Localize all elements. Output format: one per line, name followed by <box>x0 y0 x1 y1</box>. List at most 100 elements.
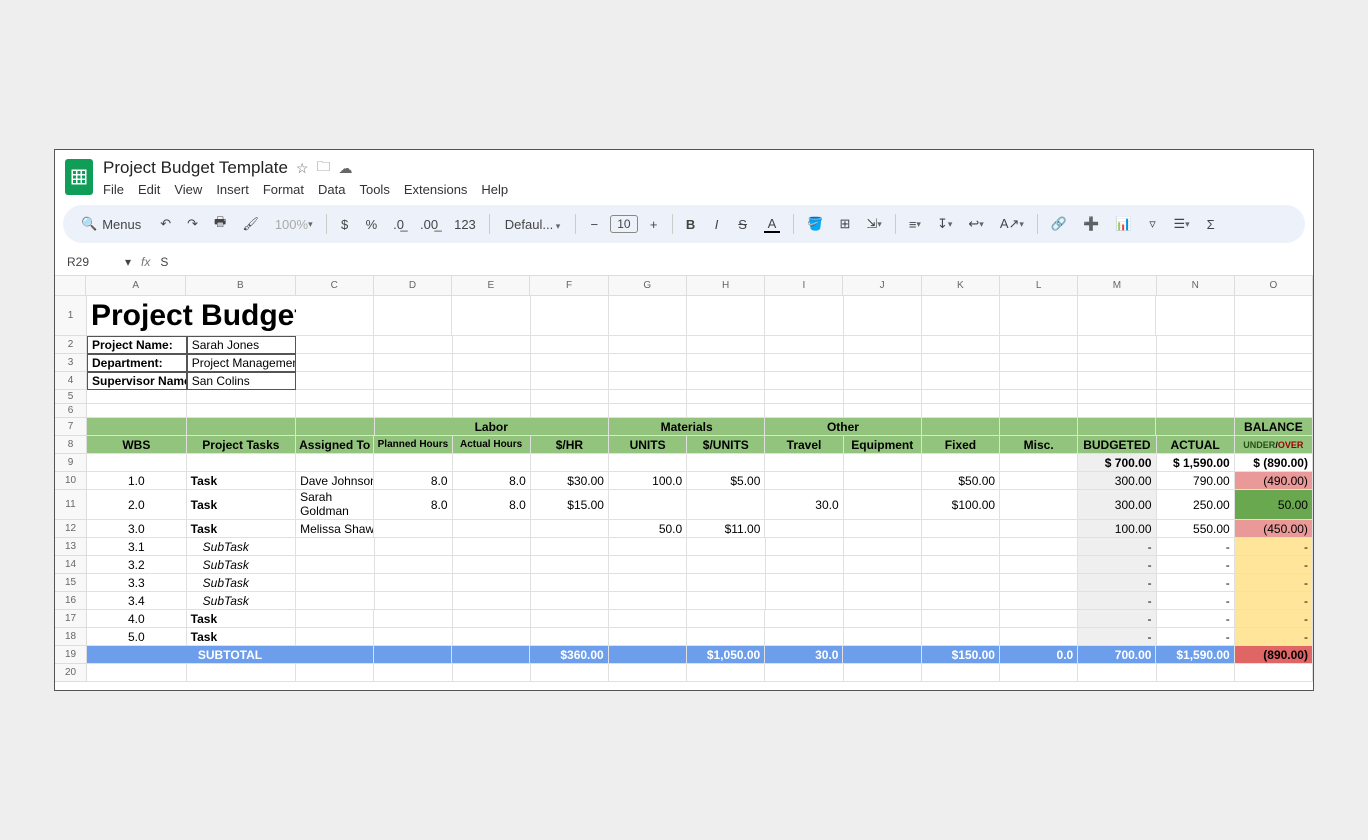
cell-wbs[interactable]: 3.3 <box>87 574 187 592</box>
move-folder-icon[interactable]: 🗀 <box>316 156 330 180</box>
row-header[interactable]: 16 <box>55 592 87 610</box>
balance-header[interactable]: BALANCE <box>1235 418 1313 436</box>
cell-urate[interactable] <box>687 574 765 592</box>
row-header[interactable]: 20 <box>55 664 87 682</box>
cell-ah[interactable] <box>453 628 531 646</box>
cell-budgeted[interactable]: 300.00 <box>1078 490 1156 520</box>
subtotal-rate[interactable]: $360.00 <box>530 646 608 664</box>
menu-file[interactable]: File <box>103 182 124 197</box>
cell-equip[interactable] <box>844 592 922 610</box>
cell-equip[interactable] <box>844 556 922 574</box>
supervisor-value[interactable]: San Colins <box>187 372 296 390</box>
increase-decimal-icon[interactable]: .00̲ <box>415 214 443 235</box>
cell-actual[interactable]: - <box>1157 628 1235 646</box>
department-value[interactable]: Project Management <box>187 354 296 372</box>
font-select[interactable]: Defaul... <box>498 214 567 235</box>
subtotal-misc[interactable]: 0.0 <box>1000 646 1078 664</box>
cell-travel[interactable] <box>765 520 843 538</box>
col-L[interactable]: L <box>1000 276 1078 296</box>
cell-balance[interactable]: (450.00) <box>1235 520 1313 538</box>
h-align-icon[interactable]: ≡ <box>904 214 926 235</box>
cell-units[interactable] <box>609 574 687 592</box>
cell-wbs[interactable]: 1.0 <box>87 472 187 490</box>
cell-actual[interactable]: - <box>1157 556 1235 574</box>
cell-assigned[interactable]: Dave Johnson <box>296 472 374 490</box>
row-header[interactable]: 3 <box>55 354 87 372</box>
cell-urate[interactable] <box>687 490 765 520</box>
cell-equip[interactable] <box>844 574 922 592</box>
cell-balance[interactable]: (490.00) <box>1235 472 1313 490</box>
more-formats-icon[interactable]: 123 <box>449 214 481 235</box>
cell-travel[interactable] <box>765 610 843 628</box>
cell-assigned[interactable] <box>296 592 374 610</box>
cell-fixed[interactable] <box>922 610 1000 628</box>
cell-ah[interactable] <box>453 556 531 574</box>
total-budgeted[interactable]: $ 700.00 <box>1078 454 1156 472</box>
col-K[interactable]: K <box>922 276 1000 296</box>
cell-ph[interactable]: 8.0 <box>374 490 452 520</box>
paint-format-icon[interactable]: 🖌 <box>237 213 264 235</box>
cell-task[interactable]: SubTask <box>187 574 297 592</box>
menu-help[interactable]: Help <box>481 182 508 197</box>
undo-icon[interactable]: ↶ <box>155 213 176 235</box>
link-icon[interactable]: 🔗 <box>1046 213 1072 235</box>
cell-rate[interactable]: $30.00 <box>531 472 609 490</box>
cell-actual[interactable]: - <box>1157 610 1235 628</box>
hdr-under-over[interactable]: UNDER/OVER <box>1235 436 1313 454</box>
grid[interactable]: A B C D E F G H I J K L M N O 1 Project … <box>55 276 1313 690</box>
cell-actual[interactable]: 790.00 <box>1157 472 1235 490</box>
labor-header[interactable]: Labor <box>375 418 609 436</box>
cell-budgeted[interactable]: - <box>1078 628 1156 646</box>
cell-wbs[interactable]: 3.0 <box>87 520 187 538</box>
functions-icon[interactable]: Σ <box>1201 214 1221 235</box>
cell-misc[interactable] <box>1000 574 1078 592</box>
row-header[interactable]: 12 <box>55 520 87 538</box>
cell-assigned[interactable] <box>296 628 374 646</box>
cell-equip[interactable] <box>844 628 922 646</box>
row-header[interactable]: 7 <box>55 418 87 436</box>
cell-assigned[interactable]: Sarah Goldman <box>296 490 374 520</box>
cell-ph[interactable]: 8.0 <box>374 472 452 490</box>
print-icon[interactable]: 🖶 <box>209 210 231 238</box>
currency-icon[interactable]: $ <box>335 214 355 235</box>
hdr-actual[interactable]: ACTUAL <box>1157 436 1235 454</box>
cell-task[interactable]: Task <box>187 628 296 646</box>
cell-equip[interactable] <box>844 520 922 538</box>
cell-units[interactable] <box>609 556 687 574</box>
row-header[interactable]: 1 <box>55 296 87 336</box>
cell-units[interactable] <box>609 538 687 556</box>
cell-ph[interactable] <box>374 610 452 628</box>
cell-task[interactable]: Task <box>187 520 296 538</box>
cell-wbs[interactable]: 5.0 <box>87 628 187 646</box>
cell-assigned[interactable] <box>296 556 374 574</box>
other-header[interactable]: Other <box>765 418 921 436</box>
total-balance[interactable]: $ (890.00) <box>1235 454 1313 472</box>
cell-units[interactable]: 50.0 <box>609 520 687 538</box>
hdr-fixed[interactable]: Fixed <box>922 436 1000 454</box>
cell-budgeted[interactable]: - <box>1078 610 1156 628</box>
cell-ah[interactable]: 8.0 <box>453 472 531 490</box>
subtotal-label[interactable]: SUBTOTAL <box>87 646 374 664</box>
row-header[interactable]: 9 <box>55 454 87 472</box>
cell-ph[interactable] <box>374 628 452 646</box>
cell-rate[interactable] <box>531 538 609 556</box>
cell-rate[interactable] <box>531 628 609 646</box>
col-D[interactable]: D <box>374 276 452 296</box>
cell-assigned[interactable] <box>296 574 374 592</box>
rotate-icon[interactable]: A↗ <box>995 213 1029 235</box>
cell-balance[interactable]: - <box>1235 556 1313 574</box>
sheets-logo-icon[interactable] <box>65 159 93 195</box>
cell-ah[interactable] <box>453 592 531 610</box>
menus-search[interactable]: 🔍Menus <box>73 214 149 234</box>
menu-tools[interactable]: Tools <box>359 182 389 197</box>
subtotal-fixed[interactable]: $150.00 <box>922 646 1000 664</box>
menu-view[interactable]: View <box>174 182 202 197</box>
cell-fixed[interactable] <box>922 592 1000 610</box>
cell-wbs[interactable]: 4.0 <box>87 610 187 628</box>
cell-urate[interactable] <box>687 538 765 556</box>
supervisor-label[interactable]: Supervisor Name: <box>87 372 187 390</box>
cell-wbs[interactable]: 2.0 <box>87 490 187 520</box>
cell-task[interactable]: Task <box>187 610 296 628</box>
cell-ph[interactable] <box>374 520 452 538</box>
v-align-icon[interactable]: ↧ <box>932 213 957 235</box>
